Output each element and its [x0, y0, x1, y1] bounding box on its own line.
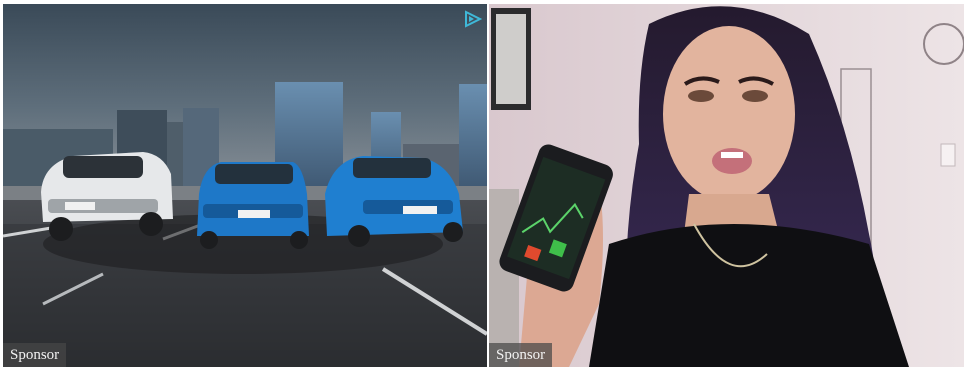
sponsor-label[interactable]: Sponsor	[3, 343, 67, 367]
sponsored-ad-cars[interactable]: Sponsor	[3, 4, 487, 367]
ad-image-person-phone	[489, 4, 964, 367]
ad-image-cars	[3, 4, 487, 367]
blue-hatchback	[197, 162, 309, 249]
sponsored-ad-phone[interactable]: Sponsor	[489, 4, 964, 367]
sponsor-label[interactable]: Sponsor	[489, 343, 553, 367]
play-triangle-icon[interactable]	[463, 10, 483, 28]
